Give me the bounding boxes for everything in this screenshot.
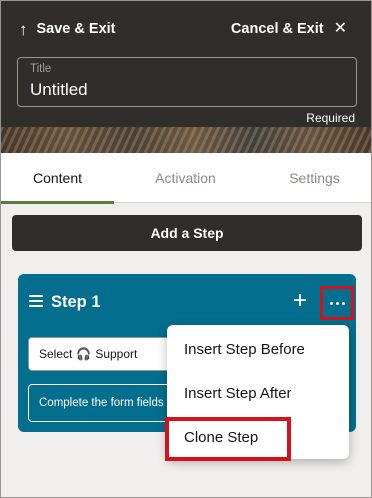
- select-suffix: Support: [95, 347, 138, 361]
- step-actions-menu: Insert Step Before Insert Step After Clo…: [167, 325, 349, 459]
- title-field[interactable]: Title Untitled: [17, 57, 357, 107]
- add-step-button[interactable]: Add a Step: [12, 215, 362, 251]
- arrow-up-icon: ↑: [19, 19, 28, 39]
- menu-item-insert-step-before[interactable]: Insert Step Before: [167, 327, 349, 371]
- tab-content[interactable]: Content: [1, 153, 114, 204]
- add-icon[interactable]: +: [288, 287, 312, 315]
- menu-item-clone-step[interactable]: Clone Step: [167, 415, 349, 459]
- tab-settings[interactable]: Settings: [258, 153, 371, 203]
- cancel-exit-label: Cancel & Exit: [230, 21, 324, 37]
- top-bar: ↑ Save & Exit Cancel & Exit ✕: [1, 1, 371, 57]
- more-icon: [329, 301, 345, 305]
- close-icon: ✕: [333, 20, 347, 37]
- step-instructions-field[interactable]: Complete the form fields: [28, 384, 178, 422]
- cancel-exit-button[interactable]: Cancel & Exit ✕: [231, 19, 347, 39]
- save-exit-button[interactable]: ↑ Save & Exit: [19, 19, 116, 39]
- required-hint: Required: [306, 111, 355, 125]
- header: ↑ Save & Exit Cancel & Exit ✕ Title Unti…: [1, 1, 371, 153]
- tab-activation[interactable]: Activation: [129, 153, 242, 203]
- step-title: Step 1: [51, 293, 101, 311]
- title-field-label: Title: [30, 63, 52, 75]
- header-banner-image: [1, 127, 371, 153]
- step-type-select[interactable]: Select 🎧 Support: [28, 337, 178, 371]
- save-exit-label: Save & Exit: [36, 21, 116, 37]
- select-label: Select: [39, 347, 73, 361]
- drag-handle-icon[interactable]: [29, 295, 43, 307]
- headset-icon: 🎧: [76, 347, 92, 361]
- tab-bar: Content Activation Settings: [1, 153, 371, 204]
- title-field-value[interactable]: Untitled: [30, 80, 88, 100]
- menu-item-insert-step-after[interactable]: Insert Step After: [167, 371, 349, 415]
- more-options-button[interactable]: [320, 286, 354, 320]
- guided-journey-editor: ↑ Save & Exit Cancel & Exit ✕ Title Unti…: [0, 0, 372, 498]
